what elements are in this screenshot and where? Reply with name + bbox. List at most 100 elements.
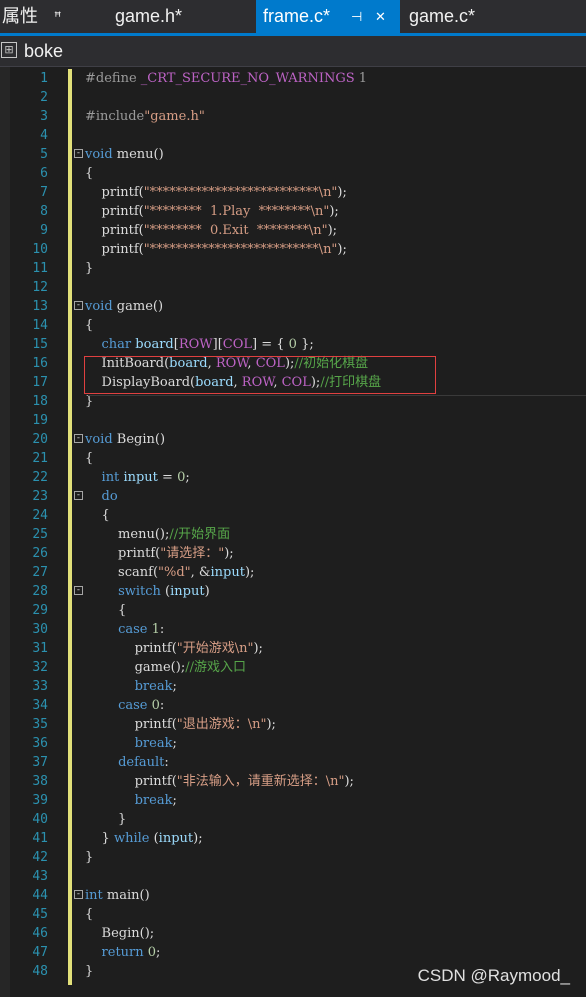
code-line[interactable]: 3 #include"game.h": [0, 107, 586, 126]
code-line[interactable]: 46 Begin();: [0, 924, 586, 943]
code-line[interactable]: 39 break;: [0, 791, 586, 810]
code-line[interactable]: 14 {: [0, 316, 586, 335]
tab-game-c[interactable]: game.c*: [409, 0, 475, 33]
code-line[interactable]: 29 {: [0, 601, 586, 620]
code-line[interactable]: 42}: [0, 848, 586, 867]
code-text: int input = 0;: [101, 470, 190, 485]
code-line[interactable]: 4: [0, 126, 586, 145]
pin-icon[interactable]: ⊣: [351, 0, 362, 33]
code-line[interactable]: 26 printf("请选择：");: [0, 544, 586, 563]
code-line[interactable]: 33 break;: [0, 677, 586, 696]
code-editor[interactable]: 1 #define _CRT_SECURE_NO_WARNINGS 1 2 3 #inc…: [0, 67, 586, 997]
code-line[interactable]: 28 - switch (input): [0, 582, 586, 601]
code-line[interactable]: 9 printf("******** 0.Exit ********\n");: [0, 221, 586, 240]
collapse-icon[interactable]: -: [74, 890, 83, 899]
code-text: {: [85, 508, 110, 523]
line-number: 36: [32, 736, 48, 751]
code-text: Begin();: [85, 926, 155, 941]
code-text: printf("退出游戏：\n");: [85, 717, 276, 732]
line-number: 45: [32, 907, 48, 922]
line-number: 27: [32, 565, 48, 580]
collapse-icon[interactable]: -: [74, 149, 83, 158]
code-line[interactable]: 12: [0, 278, 586, 297]
code-line[interactable]: 22 int input = 0;: [0, 468, 586, 487]
line-number: 44: [32, 888, 48, 903]
tab-game-h[interactable]: game.h*: [115, 0, 182, 33]
code-line[interactable]: 24 {: [0, 506, 586, 525]
code-text: printf("**************************\n");: [85, 185, 347, 200]
code-text: #include"game.h": [85, 109, 205, 124]
line-number: 1: [40, 71, 48, 86]
code-line[interactable]: 1 #define _CRT_SECURE_NO_WARNINGS 1: [0, 69, 586, 88]
line-number: 23: [32, 489, 48, 504]
tab-frame-c[interactable]: frame.c* ⊣ ✕: [256, 0, 400, 33]
code-text: case 0:: [118, 698, 165, 713]
code-line[interactable]: 40 }: [0, 810, 586, 829]
line-number: 48: [32, 964, 48, 979]
code-text: char board[ROW][COL] = { 0 };: [101, 337, 314, 352]
code-line[interactable]: 11}: [0, 259, 586, 278]
line-number: 10: [32, 242, 48, 257]
line-number: 31: [32, 641, 48, 656]
close-icon[interactable]: ✕: [375, 0, 386, 33]
code-text: void Begin(): [85, 432, 166, 447]
code-text: printf("**************************\n");: [85, 242, 347, 257]
tab-properties-label: 属性: [2, 6, 38, 26]
line-number: 17: [32, 375, 48, 390]
code-line[interactable]: 45 {: [0, 905, 586, 924]
code-line[interactable]: 36 break;: [0, 734, 586, 753]
code-line[interactable]: 31 printf("开始游戏\n");: [0, 639, 586, 658]
line-number: 32: [32, 660, 48, 675]
code-line[interactable]: 35 printf("退出游戏：\n");: [0, 715, 586, 734]
code-line[interactable]: 7 printf("**************************\n")…: [0, 183, 586, 202]
tab-game-h-label: game.h*: [115, 6, 183, 26]
highlight-box: [84, 356, 436, 394]
code-line[interactable]: 13 - void game(): [0, 297, 586, 316]
code-line[interactable]: 19: [0, 411, 586, 430]
code-line[interactable]: 30 case 1:: [0, 620, 586, 639]
scope-name: boke: [24, 41, 64, 61]
line-number: 43: [32, 869, 48, 884]
line-number: 16: [32, 356, 48, 371]
current-line-separator: [88, 395, 586, 396]
line-number: 38: [32, 774, 48, 789]
line-number: 8: [40, 204, 48, 219]
code-text: }: [85, 964, 94, 979]
code-line[interactable]: 43: [0, 867, 586, 886]
line-number: 41: [32, 831, 48, 846]
code-line[interactable]: 27 scanf("%d", &input);: [0, 563, 586, 582]
line-number: 37: [32, 755, 48, 770]
code-line[interactable]: 20 - void Begin(): [0, 430, 586, 449]
code-line[interactable]: 37 default:: [0, 753, 586, 772]
collapse-icon[interactable]: -: [74, 491, 83, 500]
code-line[interactable]: 44 - int main(): [0, 886, 586, 905]
code-line[interactable]: 25 menu();//开始界面: [0, 525, 586, 544]
line-number: 5: [40, 147, 48, 162]
code-text: {: [85, 451, 94, 466]
code-text: {: [85, 166, 94, 181]
scope-bar[interactable]: ⊞ boke: [0, 37, 586, 67]
code-text: }: [85, 261, 94, 276]
collapse-icon[interactable]: -: [74, 586, 83, 595]
code-line[interactable]: 2: [0, 88, 586, 107]
collapse-icon[interactable]: -: [74, 301, 83, 310]
line-number: 14: [32, 318, 48, 333]
collapse-icon[interactable]: -: [74, 434, 83, 443]
code-line[interactable]: 21 {: [0, 449, 586, 468]
code-line[interactable]: 6{: [0, 164, 586, 183]
code-line[interactable]: 8 printf("******** 1.Play ********\n");: [0, 202, 586, 221]
tab-game-c-label: game.c*: [409, 6, 476, 26]
pin-icon[interactable]: ꟸ: [54, 0, 62, 33]
code-line[interactable]: 34 case 0:: [0, 696, 586, 715]
tab-properties[interactable]: 属性 ꟸ: [2, 0, 62, 33]
code-line[interactable]: 47 return 0;: [0, 943, 586, 962]
code-line[interactable]: 10 printf("**************************\n"…: [0, 240, 586, 259]
line-number: 18: [32, 394, 48, 409]
code-line[interactable]: 15 char board[ROW][COL] = { 0 };: [0, 335, 586, 354]
code-line[interactable]: 32 game();//游戏入口: [0, 658, 586, 677]
code-line[interactable]: 5 - void menu(): [0, 145, 586, 164]
code-line[interactable]: 38 printf("非法输入，请重新选择：\n");: [0, 772, 586, 791]
code-text: {: [85, 907, 94, 922]
code-line[interactable]: 41 } while (input);: [0, 829, 586, 848]
code-line[interactable]: 23 - do: [0, 487, 586, 506]
